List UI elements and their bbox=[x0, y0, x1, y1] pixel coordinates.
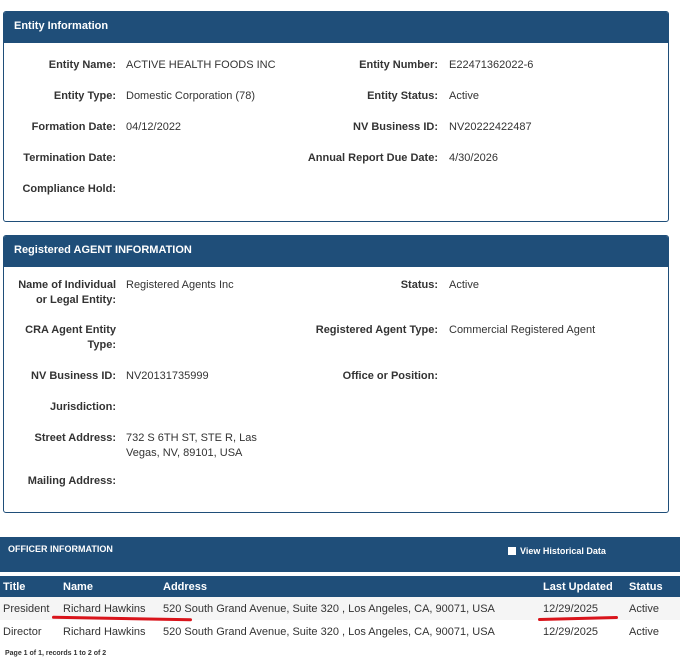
street-address-value: 732 S 6TH ST, STE R, Las Vegas, NV, 8910… bbox=[126, 431, 286, 461]
officer-name-cell: Richard Hawkins bbox=[63, 625, 146, 638]
pagination-info: Page 1 of 1, records 1 to 2 of 2 bbox=[5, 650, 107, 657]
registered-agent-type-label: Registered Agent Type: bbox=[315, 324, 438, 336]
entity-status-value: Active bbox=[449, 90, 479, 102]
agent-name-label-line1: Name of Individual bbox=[18, 279, 116, 291]
registered-agent-header: Registered AGENT INFORMATION bbox=[4, 236, 668, 267]
agent-name-label: Name of Individual or Legal Entity: bbox=[4, 278, 116, 308]
officer-address-cell: 520 South Grand Avenue, Suite 320 , Los … bbox=[163, 625, 495, 638]
annual-report-due-value: 4/30/2026 bbox=[449, 152, 498, 164]
cra-label-line2: Type: bbox=[87, 339, 116, 351]
officer-information-title: OFFICER INFORMATION bbox=[8, 544, 113, 554]
agent-nv-business-id-label: NV Business ID: bbox=[31, 370, 116, 382]
table-row[interactable]: Director Richard Hawkins 520 South Grand… bbox=[0, 620, 680, 643]
officer-information-bar: OFFICER INFORMATION View Historical Data bbox=[0, 537, 680, 572]
column-header-title[interactable]: Title bbox=[0, 576, 60, 597]
entity-name-value: ACTIVE HEALTH FOODS INC bbox=[126, 59, 276, 71]
annual-report-due-label: Annual Report Due Date: bbox=[307, 152, 438, 164]
entity-name-label: Entity Name: bbox=[48, 59, 116, 71]
officer-table-header-row: Title Name Address Last Updated Status bbox=[0, 576, 680, 597]
agent-status-value: Active bbox=[449, 279, 479, 291]
nv-business-id-value: NV20222422487 bbox=[449, 121, 532, 133]
entity-type-label: Entity Type: bbox=[53, 90, 116, 102]
formation-date-label: Formation Date: bbox=[31, 121, 116, 133]
entity-status-label: Entity Status: bbox=[367, 90, 438, 102]
column-header-address[interactable]: Address bbox=[160, 576, 540, 597]
street-address-line2: Vegas, NV, 89101, USA bbox=[126, 447, 243, 459]
agent-nv-business-id-value: NV20131735999 bbox=[126, 370, 209, 382]
view-historical-data-toggle[interactable]: View Historical Data bbox=[508, 546, 606, 556]
officer-title-cell: President bbox=[0, 597, 60, 620]
office-position-label: Office or Position: bbox=[342, 370, 438, 382]
cra-label-line1: CRA Agent Entity bbox=[25, 324, 116, 336]
entity-information-header: Entity Information bbox=[4, 12, 668, 43]
entity-information-panel: Entity Information Entity Name: ACTIVE H… bbox=[3, 11, 669, 222]
agent-status-label: Status: bbox=[400, 279, 438, 291]
street-address-line1: 732 S 6TH ST, STE R, Las bbox=[126, 432, 257, 444]
cra-agent-type-label: CRA Agent Entity Type: bbox=[4, 323, 116, 353]
view-historical-label: View Historical Data bbox=[520, 546, 606, 556]
termination-date-label: Termination Date: bbox=[23, 152, 116, 164]
entity-type-value: Domestic Corporation (78) bbox=[126, 90, 255, 102]
nv-business-id-label: NV Business ID: bbox=[353, 121, 438, 133]
officer-table: Title Name Address Last Updated Status P… bbox=[0, 576, 680, 643]
entity-number-label: Entity Number: bbox=[359, 59, 438, 71]
mailing-address-label: Mailing Address: bbox=[27, 475, 116, 487]
column-header-status[interactable]: Status bbox=[626, 576, 680, 597]
agent-name-label-line2: or Legal Entity: bbox=[35, 294, 116, 306]
agent-name-value: Registered Agents Inc bbox=[126, 279, 234, 291]
street-address-label: Street Address: bbox=[34, 432, 116, 444]
compliance-hold-label: Compliance Hold: bbox=[22, 183, 116, 195]
view-historical-checkbox[interactable] bbox=[508, 547, 516, 555]
registered-agent-type-value: Commercial Registered Agent bbox=[449, 324, 596, 336]
officer-status-cell: Active bbox=[629, 625, 659, 638]
registered-agent-panel: Registered AGENT INFORMATION Name of Ind… bbox=[3, 235, 669, 513]
jurisdiction-label: Jurisdiction: bbox=[49, 401, 116, 413]
officer-status-cell: Active bbox=[626, 597, 680, 620]
formation-date-value: 04/12/2022 bbox=[126, 121, 182, 133]
column-header-name[interactable]: Name bbox=[60, 576, 160, 597]
officer-title-cell: Director bbox=[3, 625, 42, 638]
officer-last-updated-cell: 12/29/2025 bbox=[543, 625, 599, 638]
officer-address-cell: 520 South Grand Avenue, Suite 320 , Los … bbox=[160, 597, 540, 620]
column-header-last-updated[interactable]: Last Updated bbox=[540, 576, 626, 597]
entity-number-value: E22471362022-6 bbox=[449, 59, 534, 71]
